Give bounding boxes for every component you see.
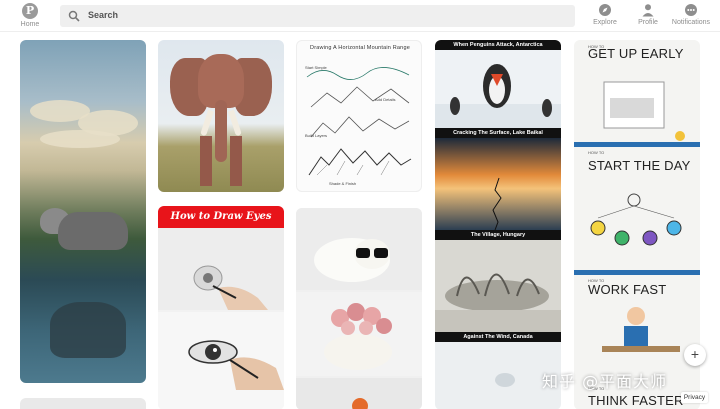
guinea-pig-pin[interactable] <box>296 208 422 409</box>
add-pin-button[interactable]: + <box>684 344 706 366</box>
lake-baikal-photo <box>435 138 561 230</box>
caption-lake-baikal: Cracking The Surface, Lake Baikal <box>435 128 561 138</box>
privacy-link[interactable]: Privacy <box>681 392 708 403</box>
zhihu-watermark: 知乎 @平面大师 <box>542 372 668 391</box>
caption-penguins: When Penguins Attack, Antarctica <box>435 40 561 50</box>
caption-village-hungary: The Village, Hungary <box>435 230 561 240</box>
photo-series-pin[interactable]: When Penguins Attack, Antarctica Crackin… <box>435 40 561 409</box>
top-nav: P Home Search Explore Profile Notificati… <box>0 0 720 32</box>
mountain-note-2: Add Details <box>375 97 396 102</box>
heading-start-the-day: START THE DAY <box>588 158 691 173</box>
next-pin-stub <box>20 398 146 409</box>
mountain-note-4: Shade & Finish <box>329 181 357 186</box>
explore-label: Explore <box>593 19 617 26</box>
caption-canada: Against The Wind, Canada <box>435 332 561 342</box>
heading-think-faster: THINK FASTER <box>588 393 684 408</box>
infographic-illustrations <box>574 81 700 352</box>
elephant-pin[interactable] <box>158 40 284 192</box>
village-hungary-photo <box>435 240 561 332</box>
drawing-hands-illustration <box>158 228 284 409</box>
productivity-infographic-pin[interactable]: HOW TO GET UP EARLY HOW TO START THE DAY… <box>574 40 700 409</box>
wolf-pin[interactable] <box>20 40 146 383</box>
notifications-label: Notifications <box>671 19 711 26</box>
search-icon <box>68 10 80 22</box>
wolf-reflection <box>50 302 126 358</box>
mountain-drawing-title: Drawing A Horizontal Mountain Range <box>310 45 410 51</box>
mountain-note-1: Start Simple <box>305 65 327 70</box>
draw-eyes-pin[interactable]: How to Draw Eyes <box>158 206 284 409</box>
mountain-sketch <box>306 67 412 176</box>
how-to-2: HOW TO <box>588 150 605 155</box>
home-label: Home <box>20 21 40 28</box>
pinterest-logo-icon: P <box>22 3 38 19</box>
person-icon <box>642 4 654 17</box>
penguins-photo <box>435 50 561 128</box>
home-nav[interactable]: P Home <box>14 3 46 28</box>
mountain-drawing-pin[interactable]: Drawing A Horizontal Mountain Range Star… <box>296 40 422 192</box>
mountain-note-3: Build Layers <box>305 133 328 138</box>
heading-work-fast: WORK FAST <box>588 282 667 297</box>
compass-icon <box>599 4 611 16</box>
profile-label: Profile <box>638 19 658 26</box>
chat-bubble-icon <box>685 4 697 16</box>
profile-nav[interactable]: Profile <box>634 3 662 26</box>
search-placeholder: Search <box>88 10 119 20</box>
search-input[interactable]: Search <box>60 5 575 27</box>
draw-eyes-banner: How to Draw Eyes <box>158 206 284 228</box>
explore-nav[interactable]: Explore <box>590 3 620 26</box>
guinea-pig-photos <box>296 208 422 409</box>
wolf-body <box>58 212 128 250</box>
notifications-nav[interactable]: Notifications <box>670 3 712 26</box>
